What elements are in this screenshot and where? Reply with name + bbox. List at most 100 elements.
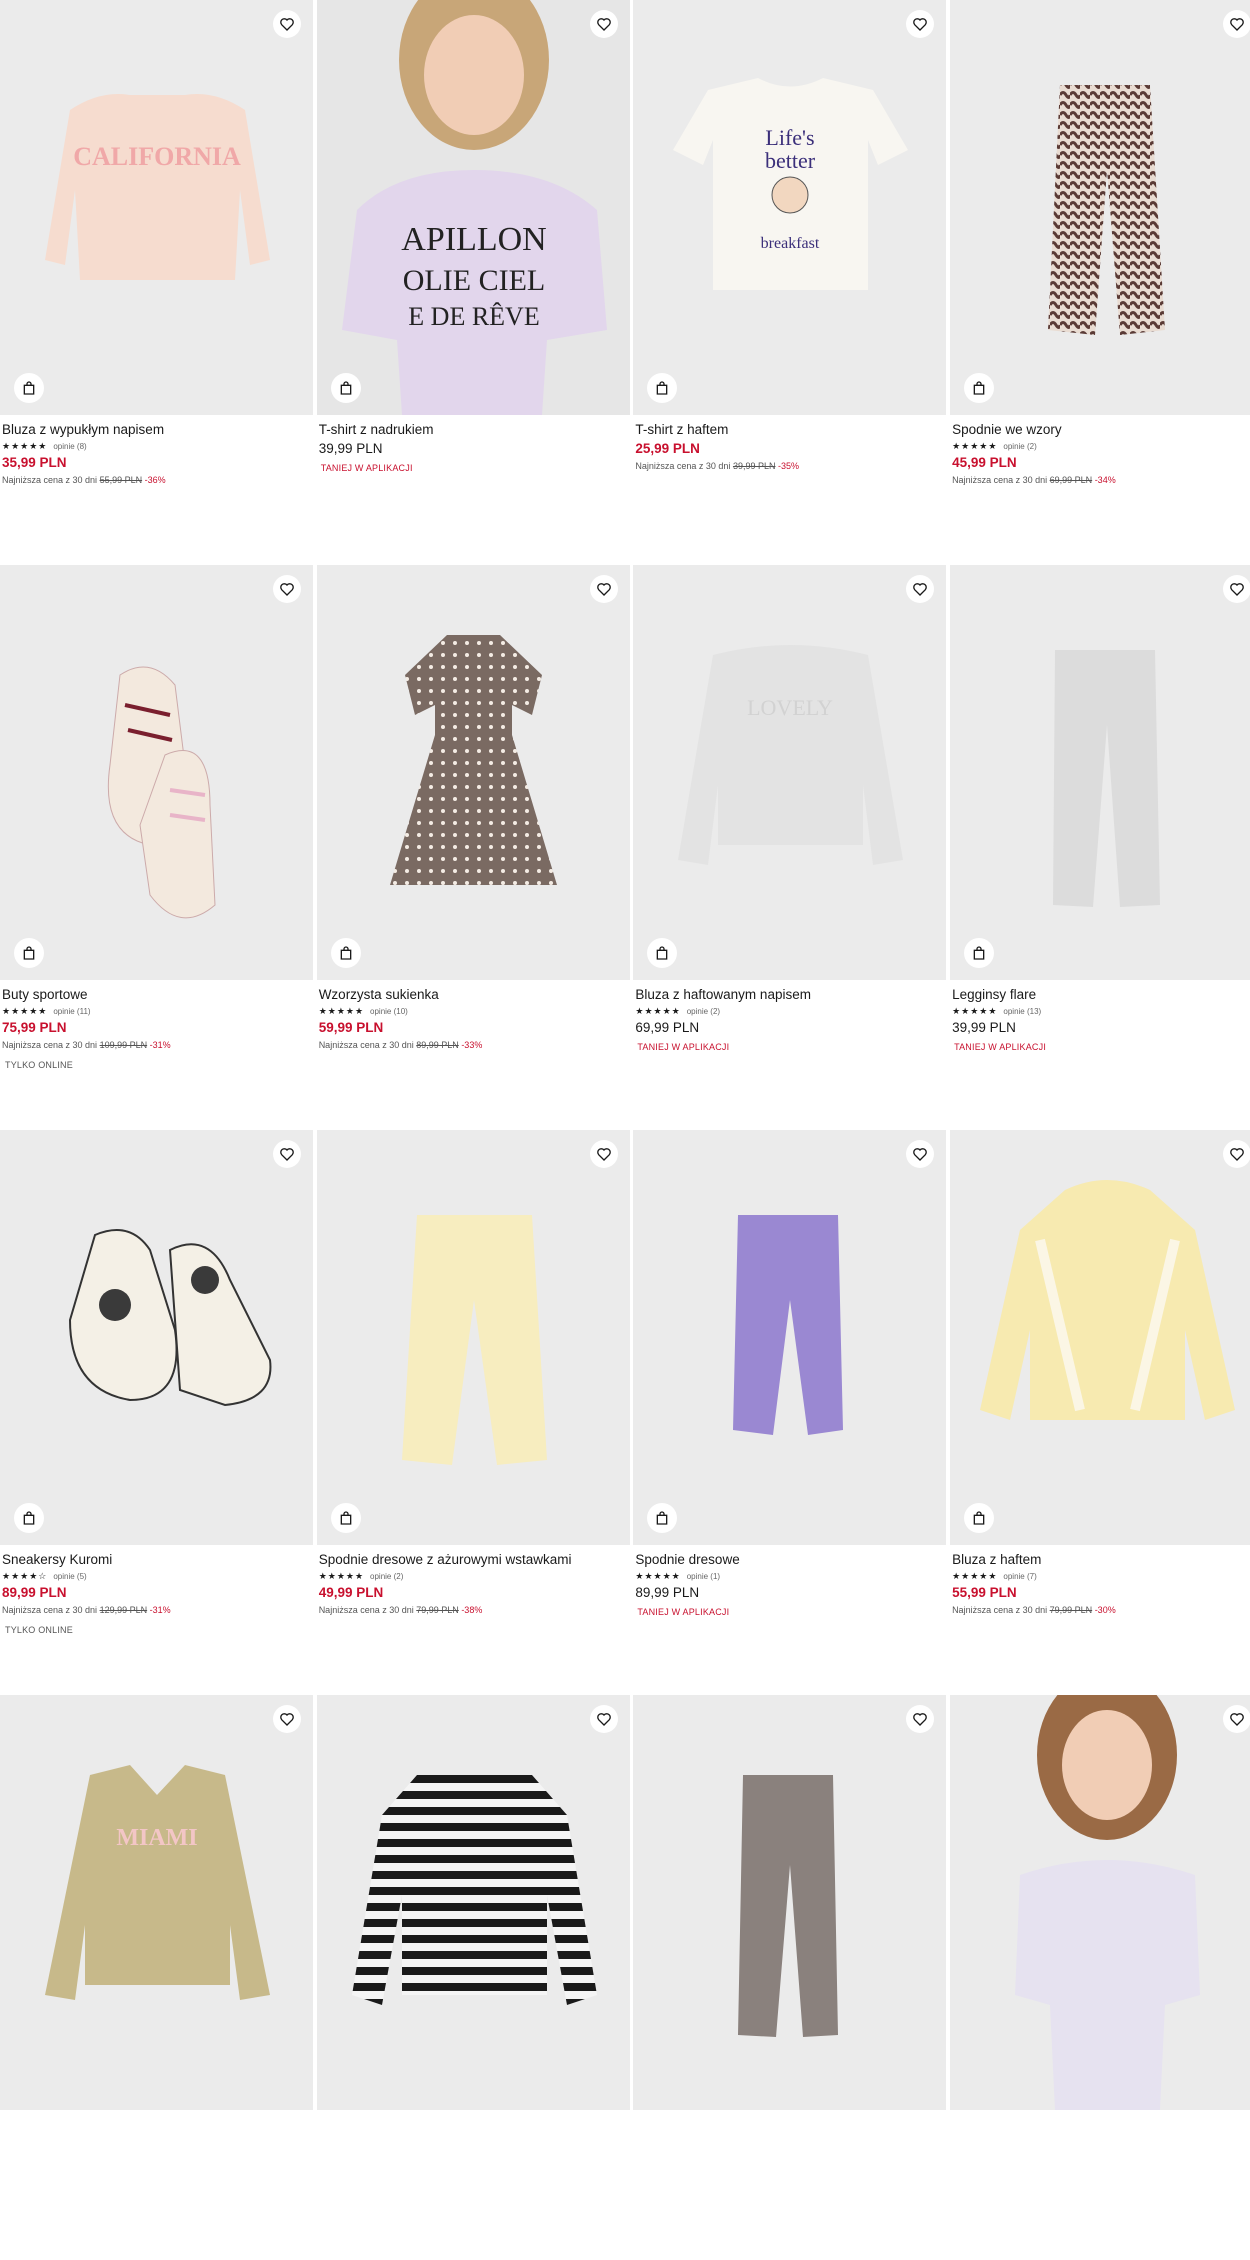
product-price: 89,99 PLN	[635, 1585, 700, 1600]
product-name[interactable]: Spodnie dresowe z ażurowymi wstawkami	[319, 1551, 628, 1569]
review-count: opinie (2)	[1003, 441, 1037, 451]
product-image[interactable]	[316, 1695, 630, 2110]
product-card[interactable]: Life's better breakfast T-shirt z haftem 2…	[633, 0, 947, 565]
product-card[interactable]: Bluza z haftem ★★★★★ opinie (7) 55,99 PLN…	[950, 1130, 1250, 1695]
product-name[interactable]: Bluza z wypukłym napisem	[2, 421, 311, 439]
product-image[interactable]	[950, 1130, 1250, 1545]
product-card[interactable]: Spodnie dresowe z ażurowymi wstawkami ★★…	[316, 1130, 630, 1695]
product-rating: ★★★★★ opinie (10)	[319, 1004, 628, 1018]
shopping-bag-icon[interactable]	[330, 1503, 361, 1533]
product-card[interactable]: MIAMI	[0, 1695, 313, 2260]
heart-icon[interactable]	[589, 1705, 618, 1733]
product-card[interactable]: Buty sportowe ★★★★★ opinie (11) 75,99 PLN…	[0, 565, 313, 1130]
lowest-price-info: Najniższa cena z 30 dni 69,99 PLN -34%	[952, 473, 1250, 487]
heart-icon[interactable]	[1223, 10, 1250, 38]
product-card[interactable]: Wzorzysta sukienka ★★★★★ opinie (10) 59,9…	[316, 565, 630, 1130]
heart-icon[interactable]	[589, 10, 618, 38]
shopping-bag-icon[interactable]	[14, 938, 44, 968]
shopping-bag-icon[interactable]	[964, 373, 995, 403]
product-name[interactable]: T-shirt z haftem	[635, 421, 944, 439]
review-count: opinie (2)	[686, 1006, 721, 1016]
heart-icon[interactable]	[1223, 575, 1250, 603]
shopping-bag-icon[interactable]	[330, 373, 361, 403]
product-card[interactable]	[316, 1695, 630, 2260]
product-name[interactable]: Bluza z haftowanym napisem	[635, 986, 944, 1004]
discount-percent: -36%	[144, 475, 166, 485]
shopping-bag-icon[interactable]	[964, 938, 995, 968]
product-card[interactable]: Spodnie dresowe ★★★★★ opinie (1) 89,99 PL…	[633, 1130, 947, 1695]
product-image[interactable]	[633, 1130, 947, 1545]
svg-text:LOVELY: LOVELY	[747, 695, 833, 720]
product-name[interactable]: Sneakersy Kuromi	[2, 1551, 311, 1569]
product-image[interactable]: LOVELY	[633, 565, 947, 980]
product-image[interactable]	[0, 565, 313, 980]
product-rating: ★★★★★ opinie (2)	[635, 1004, 944, 1018]
product-price: 35,99 PLN	[2, 455, 67, 470]
product-card[interactable]: LOVELY Bluza z haftowanym napisem ★★★★★ o…	[633, 565, 947, 1130]
product-image[interactable]	[316, 565, 630, 980]
heart-icon[interactable]	[273, 1705, 301, 1733]
product-image[interactable]: APILLON OLIE CIEL E DE RÊVE	[316, 0, 630, 415]
product-name[interactable]: Spodnie we wzory	[952, 421, 1250, 439]
product-card[interactable]	[950, 1695, 1250, 2260]
review-count: opinie (13)	[1003, 1006, 1042, 1016]
product-image[interactable]	[950, 565, 1250, 980]
product-price: 75,99 PLN	[2, 1020, 67, 1035]
star-icon: ★★★★★	[952, 1570, 998, 1581]
product-name[interactable]: Bluza z haftem	[952, 1551, 1250, 1569]
product-card[interactable]: APILLON OLIE CIEL E DE RÊVE T-shirt z nadr…	[316, 0, 630, 565]
product-image[interactable]	[633, 1695, 947, 2110]
lowest-price-info: Najniższa cena z 30 dni 89,99 PLN -33%	[319, 1038, 628, 1052]
app-promo-badge: TANIEJ W APLIKACJI	[954, 1042, 1047, 1052]
product-image[interactable]: MIAMI	[0, 1695, 313, 2110]
product-name[interactable]: Legginsy flare	[952, 986, 1250, 1004]
heart-icon[interactable]	[1223, 1705, 1250, 1733]
product-name[interactable]: Spodnie dresowe	[635, 1551, 944, 1569]
lowest-price-label: Najniższa cena z 30 dni	[2, 1040, 98, 1050]
review-count: opinie (7)	[1003, 1571, 1037, 1581]
star-icon: ★★★★★	[318, 1005, 365, 1016]
product-card[interactable]: CALIFORNIA Bluza z wypukłym napisem ★★★★…	[0, 0, 313, 565]
shopping-bag-icon[interactable]	[964, 1503, 995, 1533]
heart-icon[interactable]	[273, 1140, 301, 1168]
product-image[interactable]: Life's better breakfast	[633, 0, 947, 415]
product-card[interactable]	[633, 1695, 947, 2260]
shopping-bag-icon[interactable]	[14, 373, 44, 403]
shopping-bag-icon[interactable]	[14, 1503, 44, 1533]
product-price: 69,99 PLN	[635, 1020, 700, 1035]
product-image[interactable]	[950, 0, 1250, 415]
product-name[interactable]: T-shirt z nadrukiem	[319, 421, 628, 439]
svg-text:better: better	[765, 148, 816, 173]
star-icon: ★★★★★	[635, 1005, 681, 1016]
product-image[interactable]	[0, 1130, 313, 1545]
star-icon: ★★★★★	[952, 1005, 998, 1016]
discount-percent: -38%	[461, 1605, 483, 1615]
shopping-bag-icon[interactable]	[330, 938, 361, 968]
heart-icon[interactable]	[273, 575, 301, 603]
product-rating: ★★★★☆ opinie (5)	[2, 1569, 311, 1583]
product-image[interactable]	[950, 1695, 1250, 2110]
product-card[interactable]: Sneakersy Kuromi ★★★★☆ opinie (5) 89,99 P…	[0, 1130, 313, 1695]
lowest-price-info: Najniższa cena z 30 dni 79,99 PLN -30%	[952, 1603, 1250, 1617]
product-price: 59,99 PLN	[318, 1020, 384, 1035]
product-name[interactable]: Buty sportowe	[2, 986, 311, 1004]
lowest-price-label: Najniższa cena z 30 dni	[318, 1040, 414, 1050]
product-card[interactable]: Spodnie we wzory ★★★★★ opinie (2) 45,99 P…	[950, 0, 1250, 565]
product-image[interactable]: CALIFORNIA	[0, 0, 313, 415]
product-image[interactable]	[316, 1130, 630, 1545]
product-name[interactable]: Wzorzysta sukienka	[319, 986, 628, 1004]
discount-percent: -30%	[1094, 1605, 1116, 1615]
heart-icon[interactable]	[273, 10, 301, 38]
heart-icon[interactable]	[589, 1140, 618, 1168]
star-icon: ★★★★★	[2, 1005, 48, 1016]
lowest-price-label: Najniższa cena z 30 dni	[2, 1605, 98, 1615]
heart-icon[interactable]	[589, 575, 618, 603]
product-card[interactable]: Legginsy flare ★★★★★ opinie (13) 39,99 PL…	[950, 565, 1250, 1130]
product-rating: ★★★★★ opinie (1)	[635, 1569, 944, 1583]
product-price: 45,99 PLN	[952, 455, 1017, 470]
lowest-price-label: Najniższa cena z 30 dni	[318, 1605, 414, 1615]
lowest-price-label: Najniższa cena z 30 dni	[952, 1605, 1048, 1615]
discount-percent: -33%	[461, 1040, 483, 1050]
heart-icon[interactable]	[1223, 1140, 1250, 1168]
review-count: opinie (11)	[53, 1006, 91, 1016]
